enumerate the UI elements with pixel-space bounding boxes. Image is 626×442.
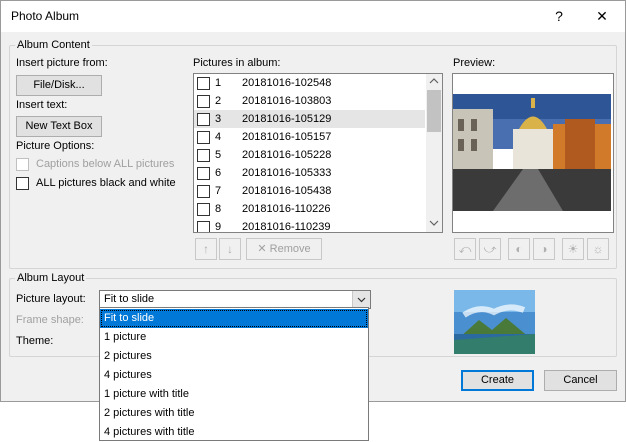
album-layout-legend: Album Layout	[15, 272, 87, 284]
list-item[interactable]: 8 20181016-110226	[194, 200, 425, 218]
brightness-down-button[interactable]: ☼	[587, 238, 609, 260]
help-button[interactable]: ?	[541, 1, 577, 32]
brightness-up-button[interactable]: ☀	[562, 238, 584, 260]
scrollbar-thumb	[427, 90, 441, 132]
layout-option-2-pictures-with-title[interactable]: 2 pictures with title	[100, 404, 368, 423]
list-item[interactable]: 5 20181016-105228	[194, 146, 425, 164]
scroll-down-icon	[429, 220, 439, 226]
layout-option-1-picture-with-title[interactable]: 1 picture with title	[100, 385, 368, 404]
scrollbar-graphics	[427, 78, 441, 226]
picture-name: 20181016-105157	[242, 131, 332, 143]
picture-number: 3	[215, 113, 222, 125]
picture-layout-dropdown[interactable]: Fit to slide 1 picture 2 pictures 4 pict…	[99, 307, 369, 441]
picture-checkbox[interactable]	[197, 221, 210, 232]
theme-label: Theme:	[16, 335, 54, 347]
remove-button[interactable]: ✕ Remove	[246, 238, 322, 260]
picture-number: 5	[215, 149, 222, 161]
black-white-checkbox[interactable]	[16, 177, 29, 190]
chevron-down-icon	[357, 297, 366, 303]
picture-number: 1	[215, 77, 222, 89]
picture-name: 20181016-105228	[242, 149, 332, 161]
picture-checkbox[interactable]	[197, 167, 210, 180]
captions-checkbox[interactable]	[16, 158, 29, 171]
move-down-button[interactable]: ↓	[219, 238, 241, 260]
dropdown-toggle[interactable]	[352, 291, 370, 308]
create-button[interactable]: Create	[461, 370, 534, 391]
cancel-button[interactable]: Cancel	[544, 370, 617, 391]
move-up-button[interactable]: ↑	[195, 238, 217, 260]
picture-name: 20181016-110239	[242, 221, 331, 233]
layout-preview	[454, 290, 535, 354]
list-item[interactable]: 3 20181016-105129	[194, 110, 425, 128]
picture-number: 8	[215, 203, 222, 215]
list-item[interactable]: 9 20181016-110239	[194, 218, 425, 233]
window-title: Photo Album	[11, 9, 80, 23]
list-scrollbar[interactable]	[426, 74, 442, 232]
layout-option-fit-to-slide[interactable]: Fit to slide	[100, 309, 368, 328]
rotate-right-button[interactable]: ⤻	[479, 238, 501, 260]
picture-number: 7	[215, 185, 222, 197]
preview-photo	[453, 74, 611, 230]
layout-option-4-pictures[interactable]: 4 pictures	[100, 366, 368, 385]
picture-checkbox[interactable]	[197, 149, 210, 162]
list-item[interactable]: 4 20181016-105157	[194, 128, 425, 146]
album-content-legend: Album Content	[15, 39, 92, 51]
picture-checkbox[interactable]	[197, 185, 210, 198]
rotate-left-button[interactable]: ⤺	[454, 238, 476, 260]
insert-picture-label: Insert picture from:	[16, 57, 108, 69]
picture-name: 20181016-110226	[242, 203, 331, 215]
arrow-down-icon: ↓	[227, 242, 233, 256]
picture-name: 20181016-103803	[242, 95, 332, 107]
preview-label: Preview:	[453, 57, 496, 69]
scroll-up-icon	[429, 78, 439, 84]
layout-preview-image	[454, 290, 535, 354]
picture-checkbox[interactable]	[197, 113, 210, 126]
remove-x-icon: ✕	[257, 243, 267, 255]
remove-label: Remove	[269, 243, 311, 255]
list-item[interactable]: 1 20181016-102548	[194, 74, 425, 92]
close-button[interactable]: ✕	[584, 1, 620, 32]
picture-name: 20181016-105129	[242, 113, 332, 125]
picture-checkbox[interactable]	[197, 131, 210, 144]
picture-number: 2	[215, 95, 222, 107]
file-disk-button[interactable]: File/Disk...	[16, 75, 102, 96]
rotate-left-icon: ⤺	[458, 242, 472, 256]
new-text-box-button[interactable]: New Text Box	[16, 116, 102, 137]
picture-name: 20181016-105438	[242, 185, 332, 197]
picture-number: 4	[215, 131, 222, 143]
captions-label: Captions below ALL pictures	[36, 158, 175, 170]
picture-options-label: Picture Options:	[16, 140, 95, 152]
title-bar: Photo Album ? ✕	[1, 1, 625, 32]
list-item[interactable]: 2 20181016-103803	[194, 92, 425, 110]
list-item[interactable]: 7 20181016-105438	[194, 182, 425, 200]
picture-layout-value: Fit to slide	[104, 293, 155, 305]
picture-number: 6	[215, 167, 222, 179]
black-white-label: ALL pictures black and white	[36, 177, 176, 189]
rotate-right-icon: ⤻	[483, 242, 497, 256]
picture-layout-label: Picture layout:	[16, 293, 86, 305]
picture-name: 20181016-102548	[242, 77, 332, 89]
frame-shape-label: Frame shape:	[16, 314, 84, 326]
list-item[interactable]: 6 20181016-105333	[194, 164, 425, 182]
arrow-up-icon: ↑	[203, 242, 209, 256]
brightness-up-icon: ☀	[567, 242, 579, 256]
layout-option-2-pictures[interactable]: 2 pictures	[100, 347, 368, 366]
brightness-down-icon: ☼	[592, 242, 604, 256]
preview-pane	[452, 73, 614, 233]
contrast-up-button[interactable]: ◐	[508, 238, 530, 260]
pictures-in-album-label: Pictures in album:	[193, 57, 281, 69]
picture-checkbox[interactable]	[197, 95, 210, 108]
contrast-up-icon: ◐	[515, 242, 523, 256]
picture-name: 20181016-105333	[242, 167, 332, 179]
picture-checkbox[interactable]	[197, 203, 210, 216]
insert-text-label: Insert text:	[16, 99, 68, 111]
layout-option-1-picture[interactable]: 1 picture	[100, 328, 368, 347]
pictures-listbox[interactable]: 1 20181016-102548 2 20181016-103803 3 20…	[193, 73, 443, 233]
contrast-down-icon: ◑	[540, 242, 548, 256]
layout-option-4-pictures-with-title[interactable]: 4 pictures with title	[100, 423, 368, 442]
contrast-down-button[interactable]: ◑	[533, 238, 555, 260]
picture-number: 9	[215, 221, 222, 233]
picture-checkbox[interactable]	[197, 77, 210, 90]
